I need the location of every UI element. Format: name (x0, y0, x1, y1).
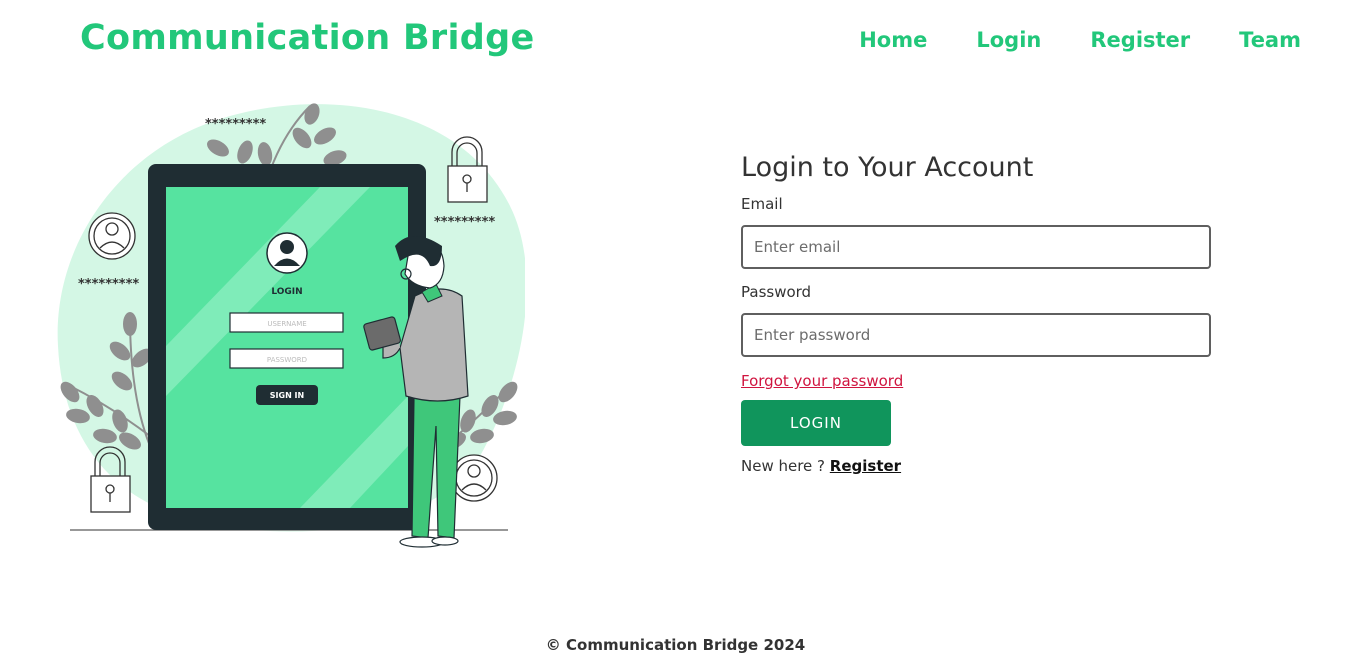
login-illustration: ********* ********* ********* LOGIN USER… (57, 103, 525, 548)
register-link[interactable]: Register (830, 457, 901, 475)
user-circle-icon (88, 212, 136, 260)
tablet-sign-in-label: SIGN IN (270, 391, 304, 400)
password-label: Password (741, 283, 812, 301)
masked-password-top: ********* (205, 117, 266, 132)
nav-register[interactable]: Register (1090, 28, 1190, 52)
new-here-label: New here ? (741, 457, 830, 475)
masked-password-right: ********* (434, 215, 495, 230)
tablet-username-placeholder: USERNAME (267, 320, 306, 328)
email-input[interactable] (741, 225, 1211, 269)
tablet-login-title: LOGIN (271, 287, 302, 297)
login-button[interactable]: LOGIN (741, 400, 891, 446)
form-title: Login to Your Account (741, 152, 1034, 183)
nav-login[interactable]: Login (976, 28, 1041, 52)
nav-home[interactable]: Home (859, 28, 927, 52)
brand-logo-link[interactable]: Communication Bridge (80, 18, 535, 58)
email-label: Email (741, 195, 783, 213)
nav-team[interactable]: Team (1239, 28, 1301, 52)
footer-copyright: © Communication Bridge 2024 (545, 636, 806, 654)
login-form: Login to Your Account Email Password For… (741, 152, 1211, 475)
forgot-password-link[interactable]: Forgot your password (741, 372, 903, 390)
top-nav: Home Login Register Team (859, 28, 1301, 52)
masked-password-left: ********* (78, 277, 139, 292)
password-input[interactable] (741, 313, 1211, 357)
user-circle-icon (450, 454, 498, 502)
tablet-password-placeholder: PASSWORD (267, 356, 307, 364)
new-here-text: New here ? Register (741, 457, 1211, 475)
